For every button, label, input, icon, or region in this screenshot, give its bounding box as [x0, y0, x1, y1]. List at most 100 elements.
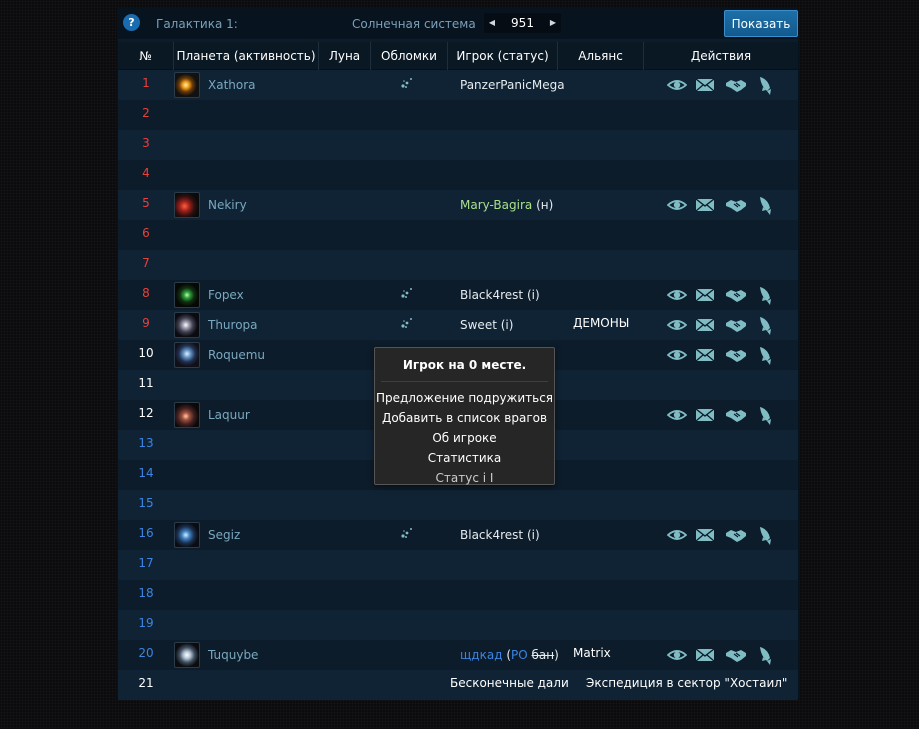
debris-icon[interactable] [400, 286, 414, 300]
menu-item-add-enemy[interactable]: Добавить в список врагов [375, 408, 554, 428]
slot-position: 17 [138, 556, 154, 570]
buddy-handshake-icon[interactable] [725, 646, 746, 664]
expedition-link[interactable]: Экспедиция в сектор "Хостаил" [586, 670, 787, 700]
buddy-handshake-icon[interactable] [725, 286, 746, 304]
spy-eye-icon[interactable] [667, 646, 687, 664]
alliance-name[interactable]: Matrix [573, 640, 611, 670]
player-nick[interactable]: щдкад [460, 648, 503, 662]
buddy-handshake-icon[interactable] [725, 406, 746, 424]
planet-name[interactable]: Fopex [208, 280, 244, 310]
planet-image[interactable] [174, 402, 200, 428]
planet-image[interactable] [174, 312, 200, 338]
buddy-handshake-icon[interactable] [725, 316, 746, 334]
spy-eye-icon[interactable] [667, 196, 687, 214]
missile-rocket-icon[interactable] [757, 526, 777, 545]
player-nick[interactable]: Black4rest [460, 528, 523, 542]
message-mail-icon[interactable] [695, 406, 715, 424]
menu-item-player-info[interactable]: Об игроке [375, 428, 554, 448]
table-row: 19 [118, 610, 798, 640]
menu-item-status: Статус i I [435, 471, 494, 485]
planet-name[interactable]: Nekiry [208, 190, 247, 220]
message-mail-icon[interactable] [695, 76, 715, 94]
alliance-name[interactable]: ДЕМОНЫ [573, 310, 629, 340]
debris-icon[interactable] [400, 316, 414, 330]
buddy-handshake-icon[interactable] [725, 526, 746, 544]
missile-rocket-icon[interactable] [757, 316, 777, 335]
slot-position: 11 [138, 376, 154, 390]
status-banned: бан [531, 648, 555, 662]
slot-position: 10 [138, 346, 154, 360]
spy-eye-icon[interactable] [667, 406, 687, 424]
missile-rocket-icon[interactable] [757, 346, 777, 365]
planet-image[interactable] [174, 192, 200, 218]
player-status: (i) [526, 528, 540, 542]
spy-eye-icon[interactable] [667, 526, 687, 544]
table-row: 8 Fopex Black4rest (i) [118, 280, 798, 310]
planet-name[interactable]: Thuropa [208, 310, 258, 340]
spy-eye-icon[interactable] [667, 286, 687, 304]
header-actions: Действия [690, 49, 752, 63]
slot-position: 1 [142, 76, 150, 90]
planet-image[interactable] [174, 342, 200, 368]
spy-eye-icon[interactable] [667, 316, 687, 334]
player-name[interactable]: PanzerPanicMega [460, 70, 565, 100]
missile-rocket-icon[interactable] [757, 646, 777, 665]
player-name[interactable]: Sweet (i) [460, 310, 513, 340]
player-name[interactable]: щдкад (PO бан) [460, 640, 559, 670]
show-button[interactable]: Показать [724, 10, 798, 37]
player-name[interactable]: Black4rest (i) [460, 280, 540, 310]
spy-eye-icon[interactable] [667, 76, 687, 94]
debris-icon[interactable] [400, 76, 414, 90]
status-code: PO [511, 648, 528, 662]
slot-position: 9 [142, 316, 150, 330]
header-player: Игрок (статус) [448, 42, 558, 70]
slot-position: 16 [138, 526, 154, 540]
player-nick[interactable]: Black4rest [460, 288, 523, 302]
planet-image[interactable] [174, 522, 200, 548]
missile-rocket-icon[interactable] [757, 196, 777, 215]
player-name[interactable]: Black4rest (i) [460, 520, 540, 550]
planet-image[interactable] [174, 72, 200, 98]
missile-rocket-icon[interactable] [757, 76, 777, 95]
player-nick[interactable]: Mary-Bagira [460, 198, 532, 212]
buddy-handshake-icon[interactable] [725, 76, 746, 94]
player-status: (н) [536, 198, 554, 212]
player-context-menu: Игрок на 0 месте. Предложение подружитьс… [374, 347, 555, 485]
message-mail-icon[interactable] [695, 286, 715, 304]
table-row: 21 Бесконечные дали Экспедиция в сектор "Х… [118, 670, 798, 700]
menu-item-statistics[interactable]: Статистика [375, 448, 554, 468]
slot-position: 3 [142, 136, 150, 150]
deep-space-label: Бесконечные дали [450, 676, 569, 690]
buddy-handshake-icon[interactable] [725, 346, 746, 364]
planet-name[interactable]: Laquur [208, 400, 250, 430]
help-icon[interactable]: ? [123, 14, 140, 31]
planet-image[interactable] [174, 642, 200, 668]
player-status: (i) [526, 288, 540, 302]
message-mail-icon[interactable] [695, 526, 715, 544]
row-actions [667, 526, 779, 546]
missile-rocket-icon[interactable] [757, 286, 777, 305]
menu-item-add-friend[interactable]: Предложение подружиться [375, 388, 554, 408]
planet-name[interactable]: Tuquybe [208, 640, 258, 670]
message-mail-icon[interactable] [695, 346, 715, 364]
planet-name[interactable]: Roquemu [208, 340, 265, 370]
missile-rocket-icon[interactable] [757, 406, 777, 425]
spy-eye-icon[interactable] [667, 346, 687, 364]
buddy-handshake-icon[interactable] [725, 196, 746, 214]
message-mail-icon[interactable] [695, 196, 715, 214]
system-input[interactable] [500, 13, 545, 33]
slot-position: 6 [142, 226, 150, 240]
planet-image[interactable] [174, 282, 200, 308]
player-name[interactable]: Mary-Bagira (н) [460, 190, 553, 220]
message-mail-icon[interactable] [695, 316, 715, 334]
player-nick[interactable]: Sweet [460, 318, 497, 332]
debris-icon[interactable] [400, 526, 414, 540]
slot-position: 14 [138, 466, 154, 480]
player-nick[interactable]: PanzerPanicMega [460, 78, 565, 92]
prev-system-arrow-icon[interactable]: ◀ [484, 13, 500, 33]
planet-name[interactable]: Xathora [208, 70, 256, 100]
planet-name[interactable]: Segiz [208, 520, 240, 550]
slot-position: 8 [142, 286, 150, 300]
next-system-arrow-icon[interactable]: ▶ [545, 13, 561, 33]
message-mail-icon[interactable] [695, 646, 715, 664]
